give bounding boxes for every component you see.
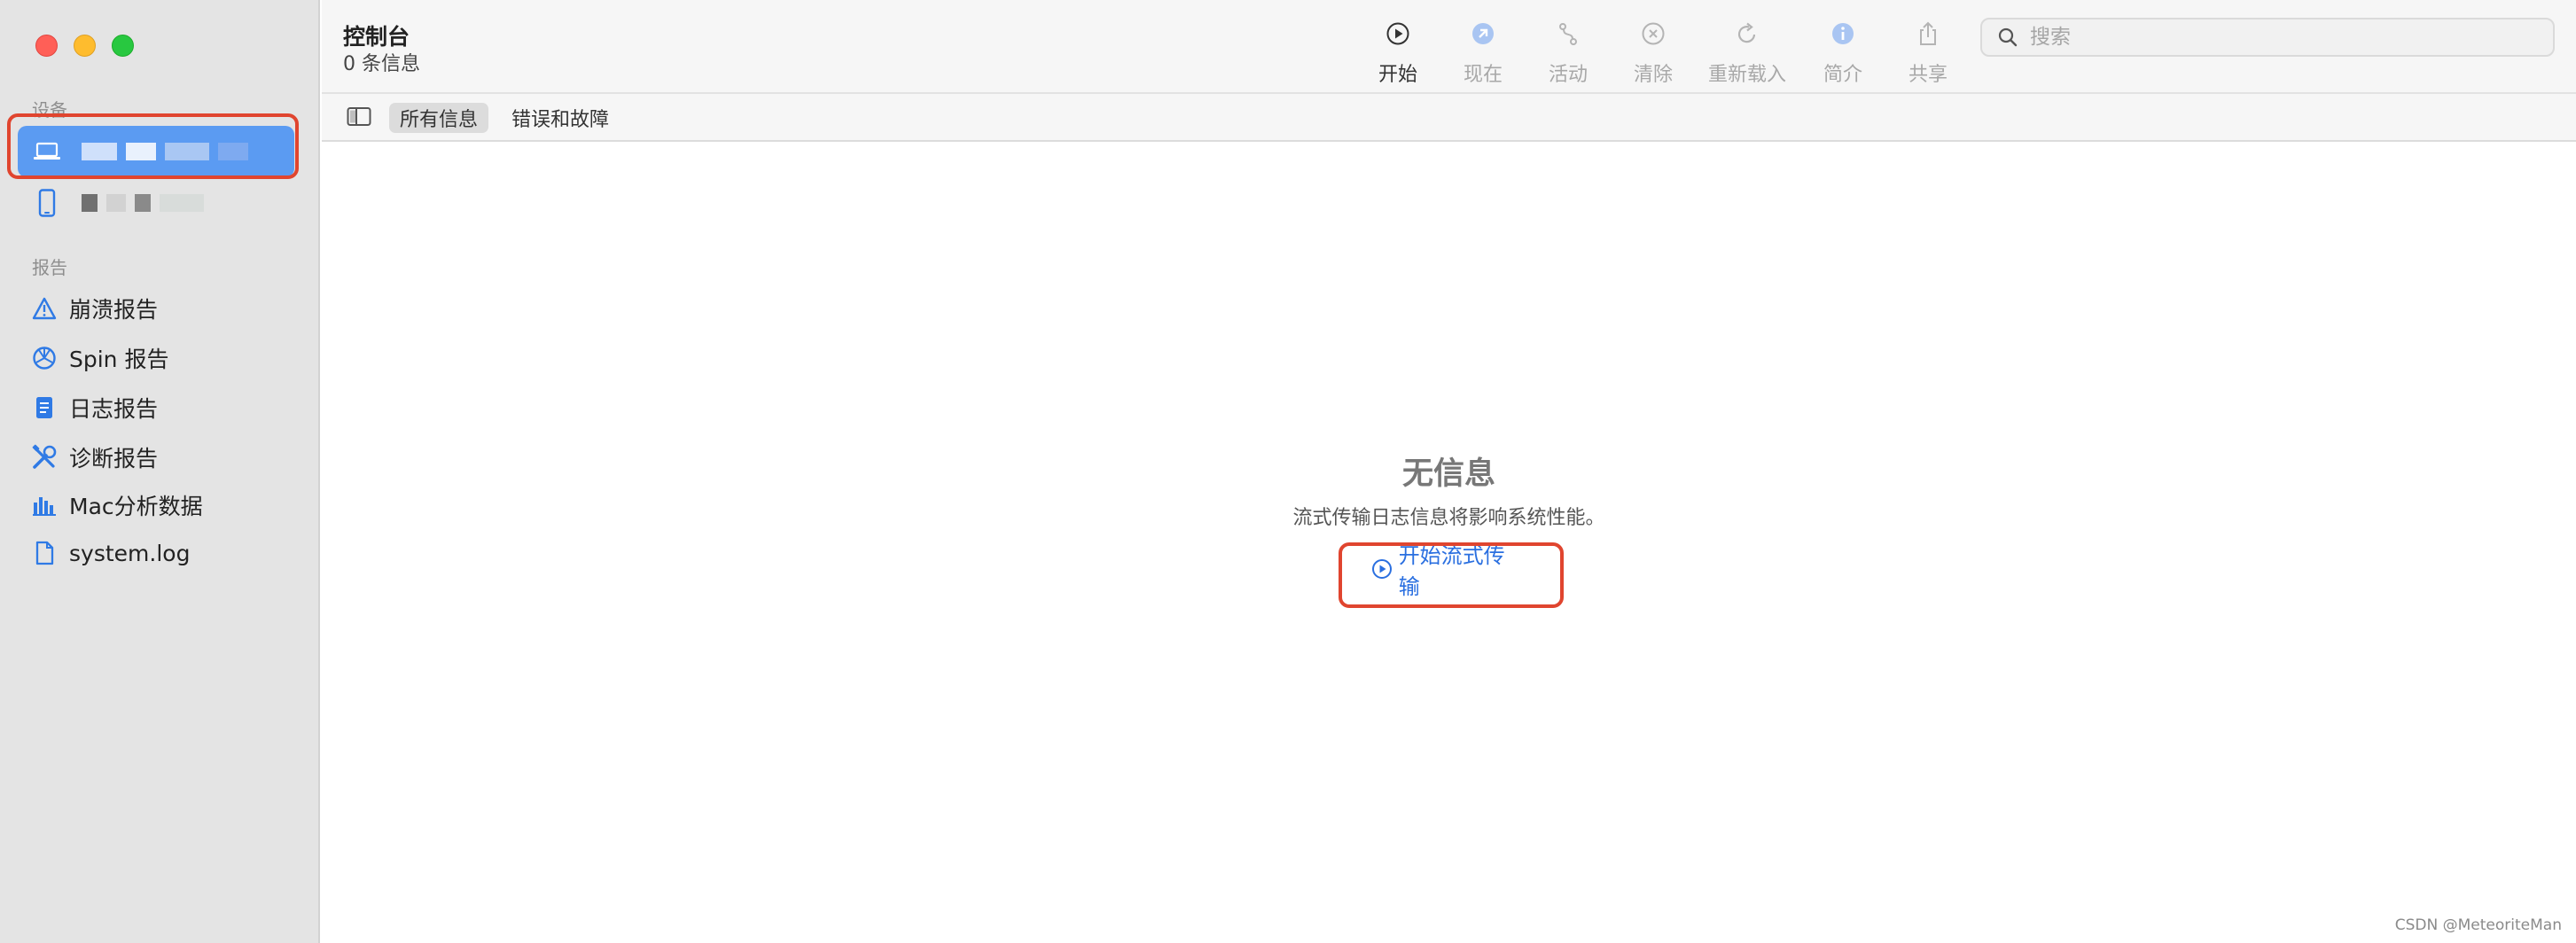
sidebar-item-label: Mac分析数据	[69, 494, 203, 519]
clear-x-icon	[1637, 18, 1669, 50]
filter-bar: 所有信息 错误和故障	[322, 92, 2576, 142]
document-list-icon	[30, 394, 59, 422]
zoom-window-button[interactable]	[112, 35, 134, 57]
sidebar: 设备 报告 崩溃报告 Spin 报告 日志报告 诊断报告 Mac分析数据 sys…	[0, 0, 320, 943]
start-button[interactable]: 开始	[1355, 18, 1440, 89]
log-content-area: 无信息 流式传输日志信息将影响系统性能。 开始流式传输 CSDN @Meteor…	[322, 142, 2576, 943]
watermark: CSDN @MeteoriteMan	[2394, 916, 2562, 934]
bar-chart-icon	[30, 491, 59, 519]
sidebar-toggle-icon	[347, 107, 371, 126]
message-count: 0 条信息	[343, 53, 420, 75]
play-icon	[1382, 18, 1414, 50]
annotation-box	[7, 113, 299, 179]
sidebar-item-spin-reports[interactable]: Spin 报告	[30, 340, 168, 376]
jump-to-now-icon	[1467, 18, 1499, 50]
sidebar-item-system-log[interactable]: system.log	[30, 535, 190, 571]
sidebar-item-label: 日志报告	[69, 396, 159, 422]
sidebar-item-log-reports[interactable]: 日志报告	[30, 390, 158, 425]
warning-triangle-icon	[30, 294, 59, 323]
sidebar-item-label: 崩溃报告	[69, 297, 159, 323]
console-window: 设备 报告 崩溃报告 Spin 报告 日志报告 诊断报告 Mac分析数据 sys…	[0, 0, 2576, 943]
minimize-window-button[interactable]	[74, 35, 96, 57]
sidebar-item-label: 诊断报告	[69, 446, 159, 472]
tab-all-messages[interactable]: 所有信息	[389, 103, 489, 133]
share-button[interactable]: 共享	[1885, 18, 1971, 89]
sidebar-item-diagnostic-reports[interactable]: 诊断报告	[30, 440, 158, 475]
iphone-icon	[32, 188, 62, 218]
clear-button[interactable]: 清除	[1611, 18, 1696, 89]
file-icon	[30, 539, 59, 567]
toolbar: 控制台 0 条信息 开始 现在 活动 清除 重新载入 简介 共享 搜索	[322, 0, 2576, 92]
sidebar-device-iphone[interactable]	[18, 177, 294, 229]
window-title: 控制台	[343, 24, 410, 50]
empty-state-description: 流式传输日志信息将影响系统性能。	[1292, 507, 1605, 529]
info-button[interactable]: 简介	[1800, 18, 1885, 89]
sidebar-item-label: Spin 报告	[69, 347, 169, 372]
search-input[interactable]	[2030, 26, 2526, 49]
spin-icon	[30, 344, 59, 372]
sidebar-toggle-button[interactable]	[347, 106, 371, 128]
tools-icon	[30, 443, 59, 472]
close-window-button[interactable]	[35, 35, 58, 57]
sidebar-item-label: system.log	[69, 540, 191, 566]
reload-button[interactable]: 重新载入	[1705, 18, 1790, 89]
share-icon	[1912, 18, 1944, 50]
window-controls	[35, 35, 134, 57]
activity-button[interactable]: 活动	[1526, 18, 1611, 89]
reports-header: 报告	[32, 257, 67, 278]
search-icon	[1996, 26, 2019, 49]
redacted-device-name	[82, 194, 204, 212]
search-field[interactable]	[1980, 18, 2555, 57]
info-icon	[1827, 18, 1859, 50]
annotation-box	[1339, 542, 1564, 608]
activity-icon	[1552, 18, 1584, 50]
sidebar-item-mac-analytics[interactable]: Mac分析数据	[30, 487, 203, 523]
now-button[interactable]: 现在	[1440, 18, 1526, 89]
reload-icon	[1731, 18, 1763, 50]
tab-errors-and-faults[interactable]: 错误和故障	[501, 103, 620, 133]
empty-state-title: 无信息	[1401, 456, 1495, 492]
sidebar-item-crash-reports[interactable]: 崩溃报告	[30, 291, 158, 326]
